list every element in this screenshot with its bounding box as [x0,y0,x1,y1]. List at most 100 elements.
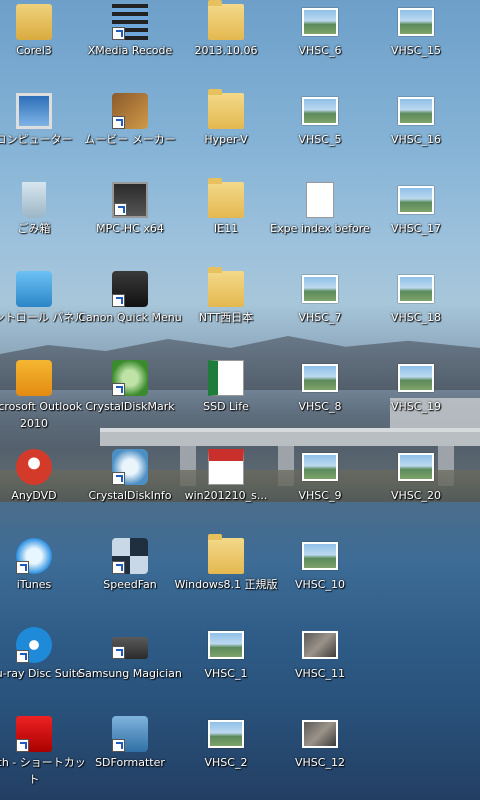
desktop-icon-vhsc-5[interactable]: VHSC_5 [272,89,368,177]
desktop-icon-speedfan[interactable]: SpeedFan [82,534,178,622]
desktop-icon-label: NTT西日本 [198,311,254,324]
desktop-icon-label: ごみ箱 [17,222,51,235]
desktop-icon-vhsc-8[interactable]: VHSC_8 [272,356,368,444]
desktop-icon-label: AnyDVD [11,489,57,502]
image-file-icon [398,453,434,481]
image-file-icon [302,453,338,481]
desktop-icon-vhsc-15[interactable]: VHSC_15 [368,0,464,88]
desktop-icon-label: Microsoft Outlook 2010 [0,400,83,430]
desktop-icon-label: Expe index before [270,222,370,235]
desktop-icon-samsung-magician[interactable]: Samsung Magician [78,623,182,711]
desktop-icon-label: VHSC_7 [298,311,342,324]
desktop-icon-label: VHSC_8 [298,400,342,413]
desktop-icon-2013-10-06[interactable]: 2013.10.06 [178,0,274,88]
image-file-icon [302,364,338,392]
desktop-icon-label: VHSC_18 [391,311,441,324]
desktop-icon-vhsc-17[interactable]: VHSC_17 [368,178,464,266]
desktop-icon-label: Windows8.1 正規版 [174,578,278,591]
crystaldiskinfo-icon [112,449,148,485]
desktop-icon-ssd-life[interactable]: SSD Life [178,356,274,444]
image-file-icon [208,631,244,659]
desktop-icon-label: SSD Life [203,400,249,413]
desktop-icon-itunes[interactable]: iTunes [0,534,82,622]
image-file-icon [398,8,434,36]
desktop-icon-vhsc-18[interactable]: VHSC_18 [368,267,464,355]
desktop-icon-label: XMedia Recode [87,44,173,57]
image-file-icon [302,8,338,36]
desktop-icon-xmedia-recode[interactable]: XMedia Recode [82,0,178,88]
folder-icon [208,178,244,218]
desktop-icon-expe-index-before[interactable]: Expe index before [270,178,370,266]
desktop-icon-label: SDFormatter [95,756,165,769]
desktop-icon-ntt-west[interactable]: NTT西日本 [178,267,274,355]
desktop-icon-vhsc-6[interactable]: VHSC_6 [272,0,368,88]
shortcut-arrow-icon [112,116,125,129]
shortcut-arrow-icon [112,27,125,40]
desktop-icon-control-panel[interactable]: コントロール パネル [0,267,85,355]
desktop-icon-label: Blu-ray Disc Suite [0,667,83,680]
desktop-icon-movie-maker[interactable]: ムービー メーカー [82,89,178,177]
desktop-icon-lilith[interactable]: Lilith - ショートカット [0,712,86,800]
desktop-icon-win201210[interactable]: win201210_s... [178,445,274,533]
desktop-icon-label: MPC-HC x64 [96,222,164,235]
crystaldiskmark-icon [112,360,148,396]
desktop-icon-vhsc-9[interactable]: VHSC_9 [272,445,368,533]
shortcut-arrow-icon [112,383,125,396]
desktop-icon-vhsc-2[interactable]: VHSC_2 [178,712,274,800]
itunes-icon [16,538,52,574]
control-panel-icon [16,271,52,307]
desktop-icon-label: 2013.10.06 [194,44,258,57]
folder-icon [208,534,244,574]
shortcut-arrow-icon [112,472,125,485]
desktop-icon-outlook[interactable]: Microsoft Outlook 2010 [0,356,82,444]
desktop-icon-label: VHSC_19 [391,400,441,413]
desktop-icon-vhsc-7[interactable]: VHSC_7 [272,267,368,355]
desktop-icon-label: コンピューター [0,133,73,146]
desktop-icon-label: VHSC_15 [391,44,441,57]
desktop-icon-vhsc-1[interactable]: VHSC_1 [178,623,274,711]
desktop-icon-label: Canon Quick Menu [78,311,182,324]
desktop-icon-crystaldiskmark[interactable]: CrystalDiskMark [82,356,178,444]
document-icon [306,182,334,218]
desktop-icon-vhsc-19[interactable]: VHSC_19 [368,356,464,444]
image-file-icon [208,720,244,748]
desktop-icon-crystaldiskinfo[interactable]: CrystalDiskInfo [82,445,178,533]
desktop-icon-label: VHSC_16 [391,133,441,146]
desktop-icon-windows81[interactable]: Windows8.1 正規版 [174,534,278,622]
image-file-icon [302,275,338,303]
desktop-icon-vhsc-11[interactable]: VHSC_11 [272,623,368,711]
shortcut-arrow-icon [114,203,127,216]
desktop-icon-ie11[interactable]: IE11 [178,178,274,266]
desktop-icon-corel3[interactable]: Corel3 [0,0,82,88]
desktop-icon-label: VHSC_12 [295,756,345,769]
shortcut-arrow-icon [112,294,125,307]
desktop-icon-label: VHSC_17 [391,222,441,235]
desktop-icon-label: Samsung Magician [78,667,182,680]
pdf-file-icon [208,449,244,485]
desktop-icon-vhsc-20[interactable]: VHSC_20 [368,445,464,533]
samsung-magician-icon [112,637,148,659]
shortcut-arrow-icon [16,650,29,663]
bluray-upload-icon [16,627,52,663]
desktop-icon-label: Hyper-V [204,133,248,146]
desktop-icon-recycle-bin[interactable]: ごみ箱 [0,178,82,266]
desktop-icon-label: VHSC_9 [298,489,342,502]
desktop-icon-sdformatter[interactable]: SDFormatter [82,712,178,800]
lilith-icon [16,716,52,752]
desktop-icon-vhsc-12[interactable]: VHSC_12 [272,712,368,800]
folder-icon [208,89,244,129]
image-file-icon [398,275,434,303]
desktop-icon-hyper-v[interactable]: Hyper-V [178,89,274,177]
anydvd-fox-icon [16,449,52,485]
desktop-icon-label: VHSC_6 [298,44,342,57]
desktop-icon-mpc-hc[interactable]: MPC-HC x64 [82,178,178,266]
desktop-icon-anydvd[interactable]: AnyDVD [0,445,82,533]
desktop-icon-label: ムービー メーカー [84,133,176,146]
excel-file-icon [208,360,244,396]
desktop-icon-computer[interactable]: コンピューター [0,89,82,177]
desktop-icon-bluray-suite[interactable]: Blu-ray Disc Suite [0,623,83,711]
desktop-icon-canon-quick-menu[interactable]: Canon Quick Menu [78,267,182,355]
desktop-icon-vhsc-10[interactable]: VHSC_10 [272,534,368,622]
desktop-icon-label: CrystalDiskInfo [88,489,172,502]
desktop-icon-vhsc-16[interactable]: VHSC_16 [368,89,464,177]
